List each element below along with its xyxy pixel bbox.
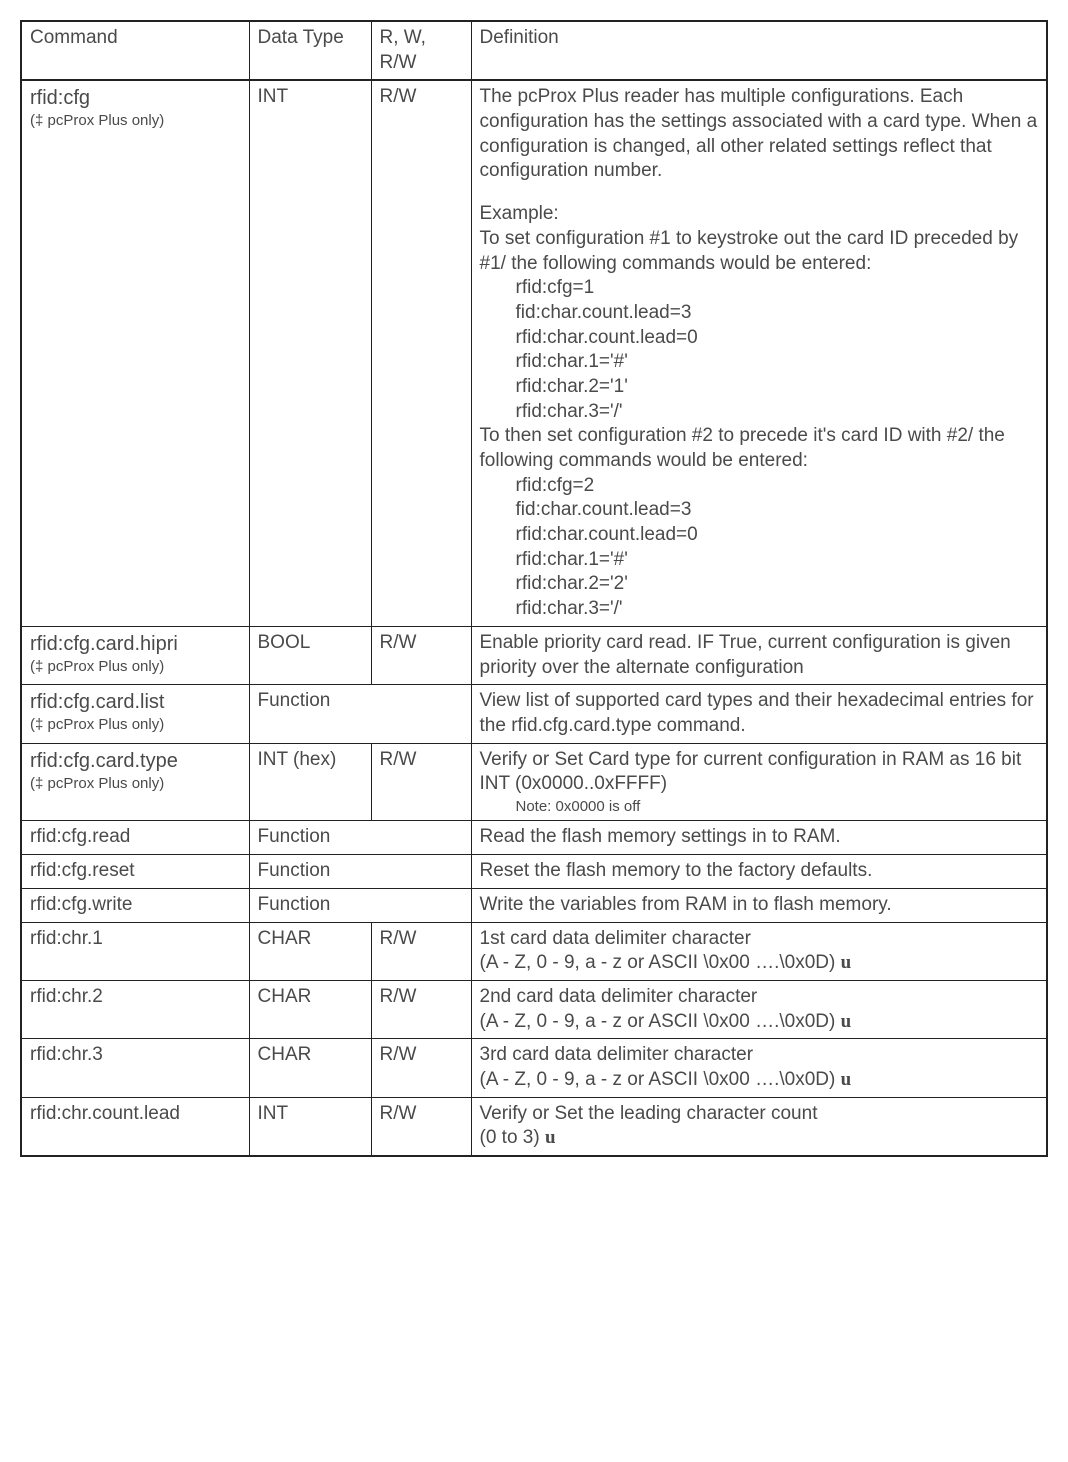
def-line: (A - Z, 0 - 9, a - z or ASCII \0x00 ….\0… (480, 1068, 1039, 1093)
def-code-line: rfid:char.2='2' (516, 572, 1039, 597)
cell-definition: 2nd card data delimiter character (A - Z… (471, 980, 1047, 1038)
header-command: Command (21, 21, 249, 80)
cell-command: rfid:chr.3 (21, 1039, 249, 1097)
command-sub: (‡ pcProx Plus only) (30, 715, 241, 735)
command-name: rfid:cfg.card.hipri (30, 631, 241, 657)
command-sub: (‡ pcProx Plus only) (30, 111, 241, 131)
def-code-line: rfid:char.3='/' (516, 597, 1039, 622)
cell-command: rfid:cfg.card.type (‡ pcProx Plus only) (21, 743, 249, 821)
u-mark: u (841, 1069, 852, 1090)
cell-command: rfid:cfg.card.list (‡ pcProx Plus only) (21, 685, 249, 743)
def-line: 1st card data delimiter character (480, 927, 1039, 952)
cell-command: rfid:cfg.read (21, 821, 249, 855)
cell-definition: 1st card data delimiter character (A - Z… (471, 922, 1047, 980)
def-note: Note: 0x0000 is off (480, 797, 1039, 817)
def-code-line: rfid:char.1='#' (516, 350, 1039, 375)
def-line: Verify or Set the leading character coun… (480, 1102, 1039, 1127)
cell-command: rfid:chr.1 (21, 922, 249, 980)
u-mark: u (841, 952, 852, 973)
cell-definition: Write the variables from RAM in to flash… (471, 888, 1047, 922)
table-row: rfid:cfg.card.hipri (‡ pcProx Plus only)… (21, 626, 1047, 684)
command-name: rfid:cfg.card.type (30, 748, 241, 774)
cell-command: rfid:chr.count.lead (21, 1097, 249, 1156)
def-line: 2nd card data delimiter character (480, 985, 1039, 1010)
table-row: rfid:chr.2 CHAR R/W 2nd card data delimi… (21, 980, 1047, 1038)
cell-command: rfid:cfg.write (21, 888, 249, 922)
cell-datatype: CHAR (249, 980, 371, 1038)
cell-datatype: CHAR (249, 1039, 371, 1097)
cell-datatype-merged: Function (249, 685, 471, 743)
def-para: To set configuration #1 to keystroke out… (480, 227, 1039, 276)
def-para: To then set configuration #2 to precede … (480, 424, 1039, 473)
table-body: rfid:cfg (‡ pcProx Plus only) INT R/W Th… (21, 80, 1047, 1156)
def-code-line: rfid:char.3='/' (516, 400, 1039, 425)
cell-command: rfid:cfg.reset (21, 855, 249, 889)
def-line: (A - Z, 0 - 9, a - z or ASCII \0x00 ….\0… (480, 1010, 1039, 1035)
cell-datatype: INT (249, 1097, 371, 1156)
header-definition: Definition (471, 21, 1047, 80)
def-code-line: rfid:char.count.lead=0 (516, 326, 1039, 351)
cell-definition: View list of supported card types and th… (471, 685, 1047, 743)
cell-datatype-merged: Function (249, 888, 471, 922)
cell-definition: Verify or Set the leading character coun… (471, 1097, 1047, 1156)
table-row: rfid:cfg.reset Function Reset the flash … (21, 855, 1047, 889)
cell-rw: R/W (371, 80, 471, 626)
command-sub: (‡ pcProx Plus only) (30, 657, 241, 677)
cell-definition: Read the flash memory settings in to RAM… (471, 821, 1047, 855)
cell-datatype: CHAR (249, 922, 371, 980)
cell-datatype: INT (249, 80, 371, 626)
cell-rw: R/W (371, 980, 471, 1038)
def-code-line: fid:char.count.lead=3 (516, 301, 1039, 326)
cell-rw: R/W (371, 743, 471, 821)
table-row: rfid:cfg.card.type (‡ pcProx Plus only) … (21, 743, 1047, 821)
def-line: (0 to 3) u (480, 1126, 1039, 1151)
cell-datatype: BOOL (249, 626, 371, 684)
def-line: (A - Z, 0 - 9, a - z or ASCII \0x00 ….\0… (480, 951, 1039, 976)
def-code-block: rfid:cfg=1 fid:char.count.lead=3 rfid:ch… (480, 276, 1039, 424)
table-header-row: Command Data Type R, W, R/W Definition (21, 21, 1047, 80)
def-code-line: rfid:cfg=1 (516, 276, 1039, 301)
command-table: Command Data Type R, W, R/W Definition r… (20, 20, 1048, 1157)
cell-definition: Enable priority card read. IF True, curr… (471, 626, 1047, 684)
cell-definition: Reset the flash memory to the factory de… (471, 855, 1047, 889)
def-code-line: rfid:cfg=2 (516, 474, 1039, 499)
cell-definition: Verify or Set Card type for current conf… (471, 743, 1047, 821)
cell-rw: R/W (371, 1097, 471, 1156)
def-code-line: rfid:char.1='#' (516, 548, 1039, 573)
def-code-line: rfid:char.2='1' (516, 375, 1039, 400)
def-code-line: rfid:char.count.lead=0 (516, 523, 1039, 548)
cell-rw: R/W (371, 1039, 471, 1097)
def-line: 3rd card data delimiter character (480, 1043, 1039, 1068)
table-row: rfid:cfg.read Function Read the flash me… (21, 821, 1047, 855)
table-row: rfid:chr.count.lead INT R/W Verify or Se… (21, 1097, 1047, 1156)
command-sub: (‡ pcProx Plus only) (30, 774, 241, 794)
u-mark: u (545, 1127, 556, 1148)
def-code-block: rfid:cfg=2 fid:char.count.lead=3 rfid:ch… (480, 474, 1039, 622)
def-line: Verify or Set Card type for current conf… (480, 748, 1039, 797)
cell-rw: R/W (371, 922, 471, 980)
cell-definition: The pcProx Plus reader has multiple conf… (471, 80, 1047, 626)
cell-definition: 3rd card data delimiter character (A - Z… (471, 1039, 1047, 1097)
cell-datatype-merged: Function (249, 855, 471, 889)
def-para: The pcProx Plus reader has multiple conf… (480, 85, 1039, 184)
table-row: rfid:cfg.write Function Write the variab… (21, 888, 1047, 922)
command-name: rfid:cfg (30, 85, 241, 111)
table-row: rfid:cfg.card.list (‡ pcProx Plus only) … (21, 685, 1047, 743)
u-mark: u (841, 1011, 852, 1032)
cell-command: rfid:cfg (‡ pcProx Plus only) (21, 80, 249, 626)
cell-command: rfid:chr.2 (21, 980, 249, 1038)
table-row: rfid:chr.1 CHAR R/W 1st card data delimi… (21, 922, 1047, 980)
def-code-line: fid:char.count.lead=3 (516, 498, 1039, 523)
command-name: rfid:cfg.card.list (30, 689, 241, 715)
table-row: rfid:chr.3 CHAR R/W 3rd card data delimi… (21, 1039, 1047, 1097)
cell-rw: R/W (371, 626, 471, 684)
cell-command: rfid:cfg.card.hipri (‡ pcProx Plus only) (21, 626, 249, 684)
cell-datatype: INT (hex) (249, 743, 371, 821)
header-rw: R, W, R/W (371, 21, 471, 80)
header-datatype: Data Type (249, 21, 371, 80)
def-example-label: Example: (480, 202, 1039, 227)
cell-datatype-merged: Function (249, 821, 471, 855)
table-row: rfid:cfg (‡ pcProx Plus only) INT R/W Th… (21, 80, 1047, 626)
